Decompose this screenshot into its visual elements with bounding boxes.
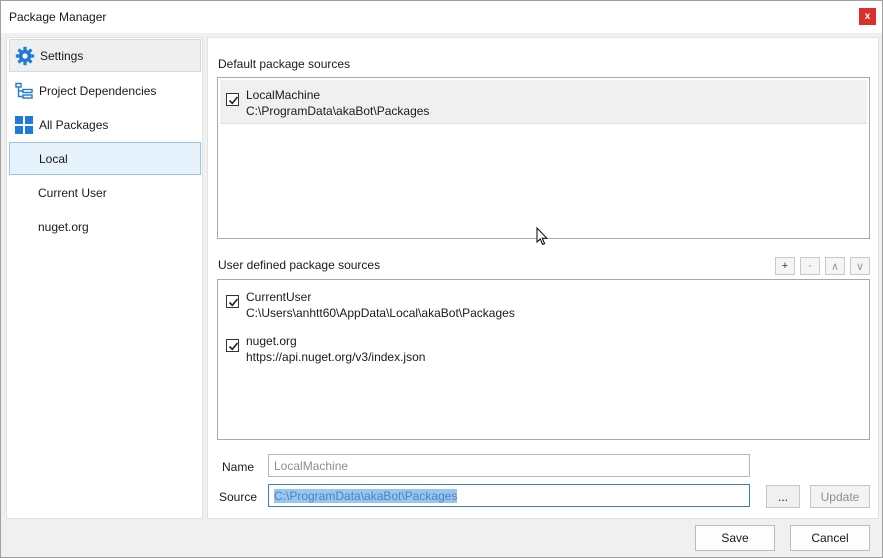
move-down-button[interactable]: ∨	[850, 257, 870, 275]
move-up-button[interactable]: ∧	[825, 257, 845, 275]
cancel-button[interactable]: Cancel	[790, 525, 870, 551]
sidebar-item-label: Local	[39, 151, 68, 166]
tree-icon	[14, 81, 34, 101]
window-title: Package Manager	[9, 10, 107, 24]
list-item[interactable]: LocalMachine C:\ProgramData\akaBot\Packa…	[220, 80, 867, 124]
browse-button[interactable]: ...	[766, 485, 800, 508]
sidebar-item-all-packages[interactable]: All Packages	[9, 108, 201, 141]
sidebar-item-label: Current User	[38, 185, 107, 200]
mouse-cursor-icon	[536, 226, 548, 249]
checkbox[interactable]	[226, 339, 239, 352]
remove-source-button[interactable]: -	[800, 257, 820, 275]
gear-icon	[15, 46, 35, 66]
source-name: LocalMachine	[246, 88, 321, 102]
sidebar-item-label: Settings	[40, 48, 84, 63]
checkbox[interactable]	[226, 93, 239, 106]
source-name: CurrentUser	[246, 290, 312, 304]
source-name: nuget.org	[246, 334, 297, 348]
checkbox[interactable]	[226, 295, 239, 308]
sidebar-item-settings[interactable]: Settings	[9, 39, 201, 72]
grid-icon	[14, 115, 34, 135]
settings-panel: Default package sources LocalMachine C:\…	[207, 37, 879, 519]
sidebar-item-label: All Packages	[39, 117, 109, 132]
sidebar-item-label: Project Dependencies	[39, 83, 157, 98]
list-item[interactable]: CurrentUser C:\Users\anhtt60\AppData\Loc…	[220, 282, 867, 326]
update-button[interactable]: Update	[810, 485, 870, 508]
title-bar[interactable]: Package Manager x	[1, 1, 882, 33]
add-source-button[interactable]: +	[775, 257, 795, 275]
list-item[interactable]: nuget.org https://api.nuget.org/v3/index…	[220, 326, 867, 370]
source-field[interactable]: C:\ProgramData\akaBot\Packages	[268, 484, 750, 507]
source-field-value: C:\ProgramData\akaBot\Packages	[274, 488, 458, 503]
sidebar-item-local[interactable]: Local	[9, 142, 201, 175]
source-label: Source	[219, 490, 258, 504]
default-sources-list[interactable]: LocalMachine C:\ProgramData\akaBot\Packa…	[217, 77, 870, 239]
sidebar-item-label: nuget.org	[38, 219, 89, 234]
package-manager-window: Package Manager x Settings Project Depen…	[0, 0, 883, 558]
source-path: https://api.nuget.org/v3/index.json	[246, 350, 426, 364]
name-label: Name	[222, 460, 255, 474]
sidebar-item-nuget-org[interactable]: nuget.org	[9, 210, 201, 243]
user-sources-list[interactable]: CurrentUser C:\Users\anhtt60\AppData\Loc…	[217, 279, 870, 440]
name-field[interactable]: LocalMachine	[268, 454, 750, 477]
close-button[interactable]: x	[859, 8, 876, 25]
save-button[interactable]: Save	[695, 525, 775, 551]
sidebar-item-current-user[interactable]: Current User	[9, 176, 201, 209]
sidebar: Settings Project Dependencies All Packag…	[6, 37, 203, 519]
source-path: C:\ProgramData\akaBot\Packages	[246, 104, 430, 118]
user-sources-heading: User defined package sources	[218, 258, 381, 272]
default-sources-heading: Default package sources	[218, 57, 351, 71]
sidebar-item-project-dependencies[interactable]: Project Dependencies	[9, 74, 201, 107]
source-path: C:\Users\anhtt60\AppData\Local\akaBot\Pa…	[246, 306, 515, 320]
